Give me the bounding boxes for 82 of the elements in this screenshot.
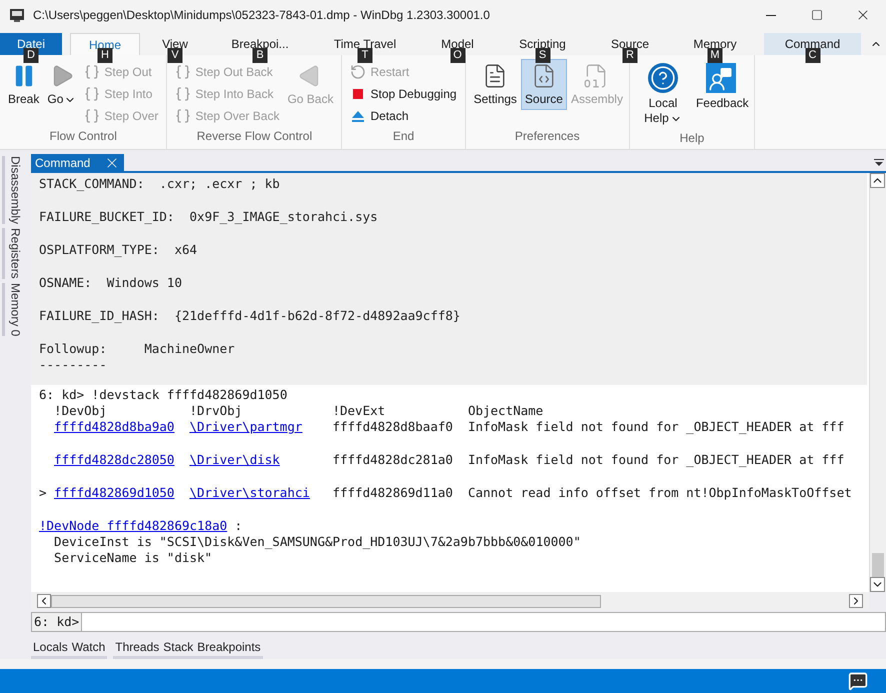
driver-link[interactable]: \Driver\partmgr: [190, 419, 302, 434]
output-line: STACK_COMMAND: .cxr; .ecxr ; kb: [39, 176, 281, 192]
keytip-badge: H: [98, 48, 112, 63]
braces-icon: [175, 86, 192, 102]
output-line: FAILURE_ID_HASH: {21defffd-4d1f-b62d-8f72-d4892aa9cff8}: [39, 308, 462, 324]
scroll-up-icon[interactable]: [870, 173, 885, 188]
column-header: ObjectName: [468, 403, 544, 419]
bottom-tab[interactable]: Threads: [115, 637, 160, 656]
device-link[interactable]: ffffd482869d1050: [54, 485, 174, 500]
scroll-left-icon[interactable]: [37, 594, 51, 608]
output-line: Followup: MachineOwner: [39, 341, 236, 357]
current-marker: >: [39, 485, 47, 500]
side-tab[interactable]: Registers: [2, 228, 26, 279]
group-label: End: [392, 128, 416, 145]
help-icon: [648, 63, 678, 93]
device-link[interactable]: ffffd4828dc28050: [54, 452, 174, 467]
output-line: ---------: [39, 357, 108, 373]
scroll-thumb[interactable]: [872, 553, 884, 577]
ribbon-button[interactable]: Detach: [350, 106, 457, 125]
feedback-icon: [706, 63, 736, 93]
output-line: DeviceInst is "SCSI\Disk&Ven_SAMSUNG&Prod_HD103UJ\7&2a9b7bbb&0&010000": [53, 534, 582, 550]
side-tab[interactable]: Disassembly: [2, 156, 26, 224]
table-cell: Cannot read info offset from nt!ObpInfoMaskToOffset: [468, 485, 852, 501]
column-header: !DevObj: [54, 403, 108, 419]
braces-icon: [84, 64, 100, 80]
keytip-badge: O: [450, 48, 465, 63]
column-header: !DrvObj: [190, 403, 244, 419]
maximize-icon: [811, 9, 823, 21]
scroll-down-icon[interactable]: [870, 577, 885, 592]
bottom-tab[interactable]: Breakpoints: [197, 637, 261, 656]
keytip-badge: B: [252, 48, 268, 63]
keytip-badge: T: [358, 48, 372, 63]
output-line: OSPLATFORM_TYPE: x64: [39, 242, 198, 258]
vertical-scrollbar[interactable]: [869, 173, 886, 592]
ribbon-button[interactable]: Stop Debugging: [350, 84, 457, 103]
keytip-badge: D: [24, 48, 38, 63]
minimize-icon: [766, 14, 776, 16]
keytip-badge: C: [805, 48, 820, 63]
output-line: FAILURE_BUCKET_ID: 0x9F_3_IMAGE_storahci.sys: [39, 209, 379, 225]
output-line: OSNAME: Windows 10: [39, 275, 183, 291]
group-label: Reverse Flow Control: [196, 128, 314, 145]
ribbon-button[interactable]: Go: [43, 59, 80, 110]
ribbon-button[interactable]: Settings: [470, 59, 521, 110]
command-input[interactable]: 6: kd>: [31, 612, 886, 632]
braces-icon: [84, 86, 100, 102]
column-header: !DevExt: [332, 403, 386, 419]
keytip-badge: S: [535, 48, 550, 63]
driver-link[interactable]: \Driver\disk: [190, 452, 280, 467]
table-cell-text: ffffd4828dc281a0: [332, 452, 454, 468]
bottom-tab[interactable]: Locals: [33, 637, 68, 656]
panel-tab[interactable]: Command: [31, 154, 124, 171]
group-label: Flow Control: [48, 128, 118, 145]
table-cell: InfoMask field not found for _OBJECT_HEADER at fff: [468, 452, 844, 468]
device-link[interactable]: ffffd4828d8ba9a0: [54, 419, 174, 434]
keytip-badge: V: [168, 48, 182, 63]
table-cell-text: ffffd4828d8baaf0: [332, 419, 454, 435]
stop-icon: [353, 88, 364, 98]
keytip-badge: R: [622, 48, 638, 63]
menu-icon[interactable]: [874, 158, 884, 166]
prompt-label: 6: kd>: [32, 613, 82, 631]
side-tab[interactable]: Memory 0: [2, 282, 26, 336]
braces-icon: [175, 108, 192, 124]
app-icon: [9, 7, 25, 23]
group-label: Preferences: [514, 128, 581, 145]
bottom-tab[interactable]: Watch: [72, 637, 106, 656]
driver-link[interactable]: \Driver\storahci: [190, 485, 310, 500]
table-cell: InfoMask field not found for _OBJECT_HEADER at fff: [468, 419, 844, 435]
braces-icon: [84, 108, 100, 124]
group-label: Help: [678, 130, 706, 147]
keytip-badge: M: [708, 48, 722, 63]
ribbon-button[interactable]: Source: [520, 59, 567, 110]
restart-icon: [350, 64, 366, 80]
devnode-link[interactable]: !DevNode ffffd482869c18a0: [39, 518, 228, 534]
window-title: C:\Users\peggen\Desktop\Minidumps\052323-7843-01.dmp - WinDbg 1.2303.30001.0: [33, 7, 490, 24]
command-line: 6: kd> !devstack ffffd482869d1050: [39, 387, 288, 403]
scroll-right-icon[interactable]: [849, 594, 863, 608]
output-text: :: [234, 518, 242, 534]
chat-icon[interactable]: [848, 671, 868, 691]
output-line: ServiceName is "disk": [53, 550, 214, 566]
bottom-tab[interactable]: Stack: [163, 637, 194, 656]
braces-icon: [175, 64, 192, 80]
table-cell-text: ffffd482869d11a0: [332, 485, 454, 501]
